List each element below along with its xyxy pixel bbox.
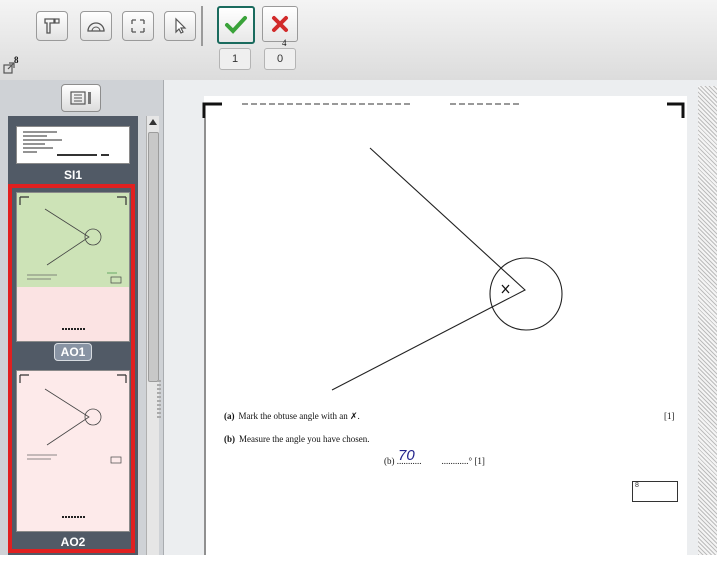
score-box: 8 — [632, 481, 678, 502]
question-part-a: (a) Mark the obtuse angle with an ✗. — [224, 411, 360, 422]
part-b-text: Measure the angle you have chosen. — [239, 434, 370, 444]
question-number: 8 — [14, 55, 19, 65]
part-b-label: (b) — [224, 434, 235, 444]
part-a-label: (a) — [224, 411, 235, 421]
page-edge-hatching — [698, 86, 717, 555]
part-a-marks: [1] — [664, 411, 675, 421]
question-part-b: (b) Measure the angle you have chosen. — [224, 434, 369, 444]
exam-page-drawing — [202, 102, 685, 555]
handwritten-answer: 70 — [398, 447, 415, 464]
angle-circle — [489, 257, 563, 331]
page-number: 4 — [282, 38, 287, 48]
candidate-cross-mark — [501, 284, 510, 294]
answer-suffix: ............° [1] — [441, 456, 485, 466]
part-a-text: Mark the obtuse angle with an ✗. — [238, 411, 360, 421]
score-box-label: 8 — [635, 482, 639, 489]
